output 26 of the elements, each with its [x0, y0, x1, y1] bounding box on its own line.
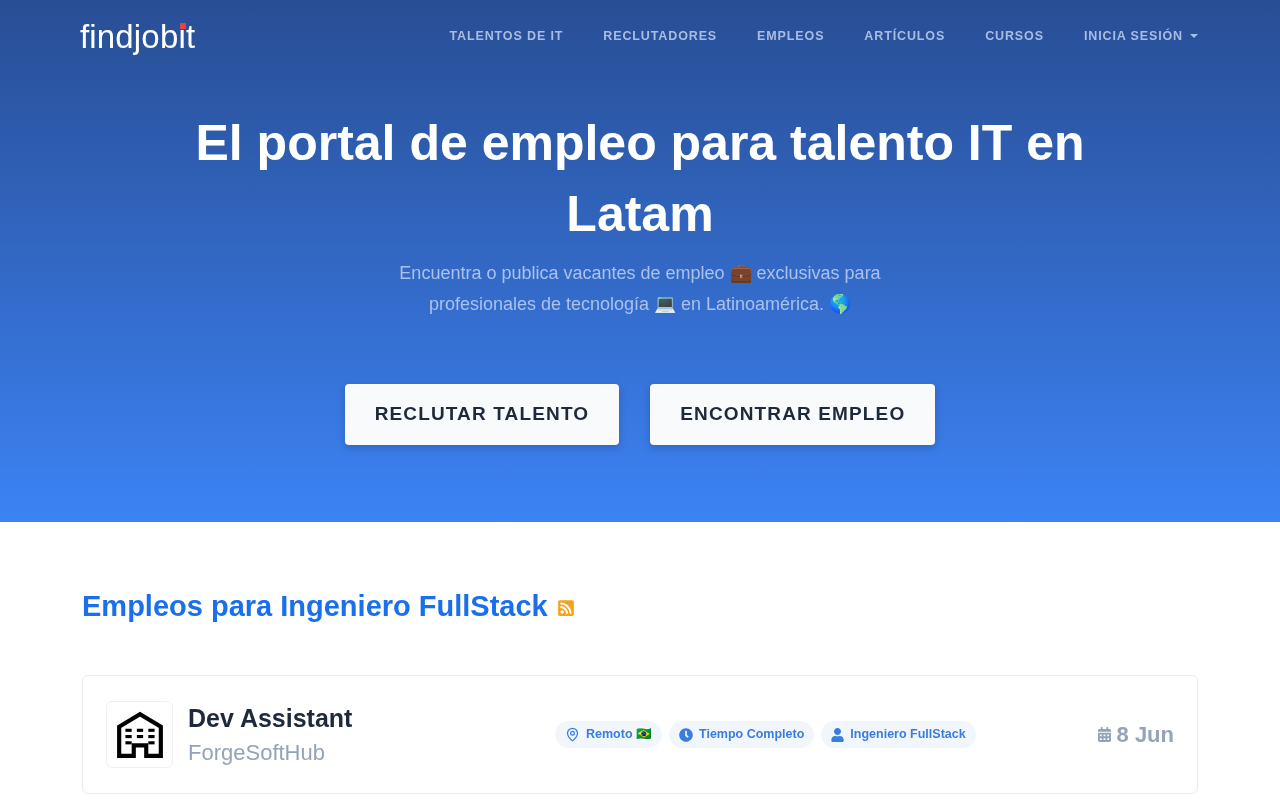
nav-link[interactable]: EMPLEOS [757, 26, 825, 46]
nav-link[interactable]: TALENTOS DE IT [449, 26, 564, 46]
rss-icon[interactable] [556, 598, 575, 617]
nav-link[interactable]: ARTÍCULOS [864, 26, 946, 46]
tag-label: Ingeniero FullStack [850, 726, 966, 744]
hero-title: El portal de empleo para talento IT en Latam [194, 114, 1086, 244]
tag-label: Tiempo Completo [699, 726, 805, 744]
map-pin-icon [565, 727, 580, 742]
nav-link[interactable]: RECLUTADORES [603, 26, 718, 46]
building-icon [106, 701, 173, 768]
logo-link[interactable]: findjobit [80, 19, 196, 53]
job-card[interactable]: Dev Assistant ForgeSoftHub Remoto 🇧🇷 Tiempo Completo Ingeniero FullStack 8 Jun [82, 675, 1198, 794]
company-name: ForgeSoftHub [188, 738, 326, 767]
cta-button[interactable]: RECLUTAR TALENTO [344, 384, 620, 445]
clock-icon [679, 727, 693, 742]
cta-button[interactable]: ENCONTRAR EMPLEO [650, 384, 936, 445]
section-heading: Empleos para Ingeniero FullStack [82, 589, 548, 623]
job-date: 8 Jun [1116, 721, 1174, 749]
tag-label: Remoto 🇧🇷 [586, 726, 652, 744]
job-title: Dev Assistant [188, 702, 354, 734]
hero-subtitle: Encuentra o publica vacantes de empleo 💼 exclusivas para profesionales de tecnología 💻 en Latinoamérica. 🌎 [398, 262, 882, 316]
caret-icon [1190, 34, 1198, 38]
nav-link[interactable]: INICIA SESIÓN [1083, 26, 1198, 46]
nav-link[interactable]: CURSOS [985, 26, 1044, 46]
user-icon [831, 727, 845, 742]
calendar-icon [1097, 727, 1111, 742]
